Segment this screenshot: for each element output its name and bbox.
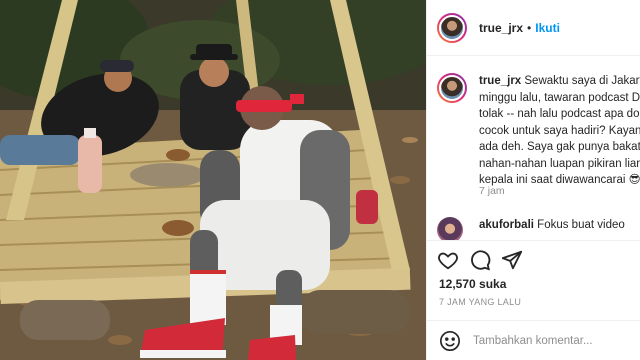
caption-line-3: tolak -- nah lalu podcast apa do <box>479 108 640 120</box>
caption-line-2: minggu lalu, tawaran podcast D <box>479 91 640 104</box>
caption-timestamp[interactable]: 7 jam <box>479 185 505 197</box>
follow-button[interactable]: Ikuti <box>535 21 560 35</box>
smiley-icon[interactable] <box>439 330 461 352</box>
post-timestamp[interactable]: 7 JAM YANG LALU <box>439 297 521 307</box>
heart-icon[interactable] <box>437 249 459 271</box>
caption-line-1: Sewaktu saya di Jakart <box>524 75 640 87</box>
comment-form <box>427 320 640 360</box>
comment-text: Fokus buat video <box>537 219 625 231</box>
caption: true_jrx Sewaktu saya di Jakart minggu l… <box>479 73 640 189</box>
post-header: true_jrx • Ikuti <box>427 0 640 56</box>
list-item: akuforbali Fokus buat video <box>437 217 640 240</box>
caption-line-5: ada deh. Saya gak punya bakat <box>479 141 640 153</box>
caption-avatar[interactable] <box>437 73 467 103</box>
header-username[interactable]: true_jrx <box>479 21 523 35</box>
post-photo-illustration <box>0 0 426 360</box>
profile-avatar[interactable] <box>437 12 467 43</box>
post-photo[interactable] <box>0 0 426 360</box>
caption-line-4: cocok untuk saya hadiri? Kayan <box>479 124 640 137</box>
comments-section: true_jrx Sewaktu saya di Jakart minggu l… <box>427 57 640 240</box>
caption-username[interactable]: true_jrx <box>479 75 521 87</box>
comment-input[interactable] <box>473 334 633 347</box>
header-separator: • <box>527 20 532 35</box>
likes-count[interactable]: 12,570 suka <box>439 277 506 291</box>
comment-username[interactable]: akuforbali <box>479 219 534 231</box>
post-actions: 12,570 suka 7 JAM YANG LALU <box>427 240 640 320</box>
share-icon[interactable] <box>501 249 523 271</box>
caption-line-6: nahan-nahan luapan pikiran liar <box>479 157 640 170</box>
comment-icon[interactable] <box>469 249 491 271</box>
comment-avatar[interactable] <box>437 217 463 240</box>
post-sidebar: true_jrx • Ikuti true_jrx Sewaktu saya d… <box>426 0 640 360</box>
